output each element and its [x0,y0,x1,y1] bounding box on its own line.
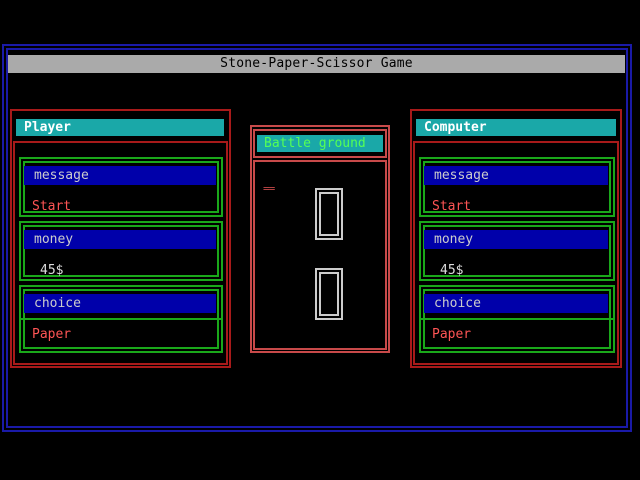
player-name: Player [16,119,224,136]
battle-ground-title: Battle ground [257,135,383,152]
battle-marker: == [263,182,275,195]
computer-name: Computer [416,119,616,136]
player-money-value: 45$ [40,263,64,278]
computer-message-value: Start [432,199,472,214]
player-choice-label: choice [24,294,216,313]
computer-hand-slot [315,188,343,240]
player-hand-slot [315,268,343,320]
player-money-label: money [24,230,216,249]
player-message-label: message [24,166,216,185]
computer-money-label: money [424,230,608,249]
player-choice-value: Paper [32,327,72,342]
computer-message-label: message [424,166,608,185]
computer-choice-label: choice [424,294,608,313]
player-message-value: Start [32,199,72,214]
window-title: Stone-Paper-Scissor Game [8,55,625,73]
computer-money-value: 45$ [440,263,464,278]
computer-choice-value: Paper [432,327,472,342]
